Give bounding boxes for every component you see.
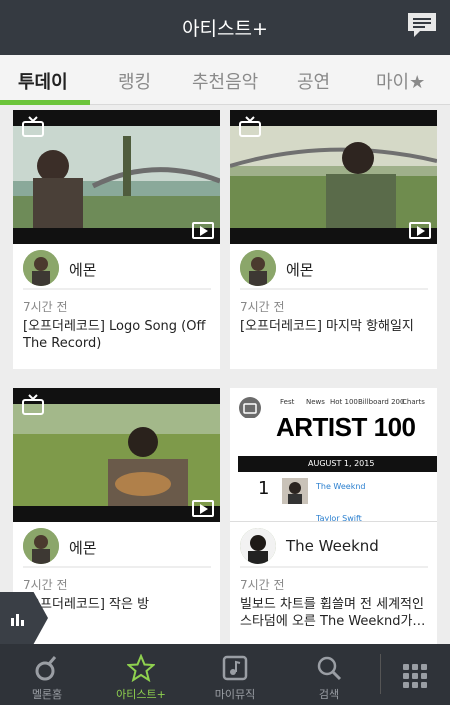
artist-name: 에몬 [69, 539, 97, 557]
nav-divider [380, 654, 381, 694]
tv-icon [22, 116, 44, 137]
post-time: 7시간 전 [23, 578, 68, 592]
play-icon[interactable] [192, 500, 214, 517]
chart-nav-item: Hot 100 [330, 398, 358, 406]
message-icon[interactable] [406, 11, 438, 39]
article-card[interactable]: Fest News Hot 100 Billboard 200 Charts A… [230, 388, 437, 647]
video-thumbnail[interactable] [13, 110, 220, 244]
tab-recommended[interactable]: 추천음악 [192, 68, 258, 94]
nav-label: 마이뮤직 [214, 688, 256, 701]
nav-my-music[interactable]: 마이뮤직 [188, 644, 282, 705]
video-card[interactable]: 에몬 7시간 전 [오프더레코드] 마지막 항해일지 [230, 110, 437, 369]
tab-today[interactable]: 투데이 [18, 68, 68, 94]
chart-headline: ARTIST 100 [276, 412, 416, 442]
video-scene-image [13, 404, 220, 506]
play-icon[interactable] [409, 222, 431, 239]
post-time: 7시간 전 [240, 300, 285, 314]
top-bar: 아티스트+ [0, 0, 450, 55]
bottom-nav: 멜론홈 아티스트+ 마이뮤직 검색 [0, 644, 450, 705]
nav-label: 아티스트+ [116, 688, 166, 701]
post-time: 7시간 전 [240, 578, 285, 592]
avatar [240, 250, 276, 286]
chart-week-strip: AUGUST 1, 2015 [238, 456, 437, 472]
tv-icon [22, 394, 44, 415]
tv-icon [239, 116, 261, 137]
video-caption[interactable]: [오프더레코드] Logo Song (Off The Record) [23, 318, 213, 352]
tab-bar: 투데이 랭킹 추천음악 공연 마이★ [0, 55, 450, 105]
video-thumbnail[interactable] [13, 388, 220, 522]
my-music-icon [222, 655, 248, 681]
avatar [23, 250, 59, 286]
chart-nav-item: Fest [280, 398, 295, 406]
video-scene-image [230, 126, 437, 228]
chart-rank: 1 [258, 478, 270, 499]
chart-nav-item: News [306, 398, 325, 406]
grid-menu-icon[interactable] [403, 664, 427, 688]
chart-week: AUGUST 1, 2015 [308, 459, 375, 468]
video-thumbnail[interactable] [230, 110, 437, 244]
page-title: 아티스트+ [182, 18, 268, 40]
avatar [23, 528, 59, 564]
video-card[interactable]: 에몬 7시간 전 [오프더레코드] Logo Song (Off The Rec… [13, 110, 220, 369]
equalizer-icon [11, 614, 24, 626]
artist-row[interactable]: The Weeknd [240, 528, 428, 568]
nav-melon-home[interactable]: 멜론홈 [0, 644, 94, 705]
chart-artist-image [282, 478, 308, 504]
post-time: 7시간 전 [23, 300, 68, 314]
video-caption[interactable]: [오프더레코드] 마지막 항해일지 [240, 318, 430, 335]
melon-home-icon [35, 656, 57, 681]
artist-row[interactable]: 에몬 [240, 250, 428, 290]
video-caption[interactable]: [오프더레코드] 작은 방 [23, 596, 213, 613]
chart-nav-item: Billboard 200 [358, 398, 405, 406]
tab-my[interactable]: 마이★ [376, 68, 425, 94]
video-card[interactable]: 에몬 7시간 전 [오프더레코드] 작은 방 [13, 388, 220, 647]
tab-ranking[interactable]: 랭킹 [118, 68, 151, 94]
chart-nav-item: Charts [402, 398, 425, 406]
search-icon [317, 656, 342, 681]
active-tab-indicator [0, 100, 90, 105]
article-thumbnail[interactable]: Fest News Hot 100 Billboard 200 Charts A… [230, 388, 437, 522]
chart-song: Taylor Swift [316, 514, 362, 522]
nav-label: 멜론홈 [31, 688, 63, 701]
star-icon [127, 654, 155, 682]
artist-row[interactable]: 에몬 [23, 250, 211, 290]
video-scene-image [13, 126, 220, 228]
artist-name: 에몬 [69, 261, 97, 279]
artist-name: 에몬 [286, 261, 314, 279]
avatar [240, 528, 276, 564]
artist-name: The Weeknd [286, 537, 379, 555]
nav-label: 검색 [318, 688, 340, 701]
tv-icon [239, 397, 261, 418]
artist-row[interactable]: 에몬 [23, 528, 211, 568]
article-caption[interactable]: 빌보드 차트를 휩쓸며 전 세계적인 스타덤에 오른 The Weeknd가… [240, 596, 430, 630]
play-icon[interactable] [192, 222, 214, 239]
nav-search[interactable]: 검색 [282, 644, 376, 705]
nav-artist-plus[interactable]: 아티스트+ [94, 644, 188, 705]
tab-concert[interactable]: 공연 [297, 68, 330, 94]
chart-song: The Weeknd [316, 482, 366, 491]
